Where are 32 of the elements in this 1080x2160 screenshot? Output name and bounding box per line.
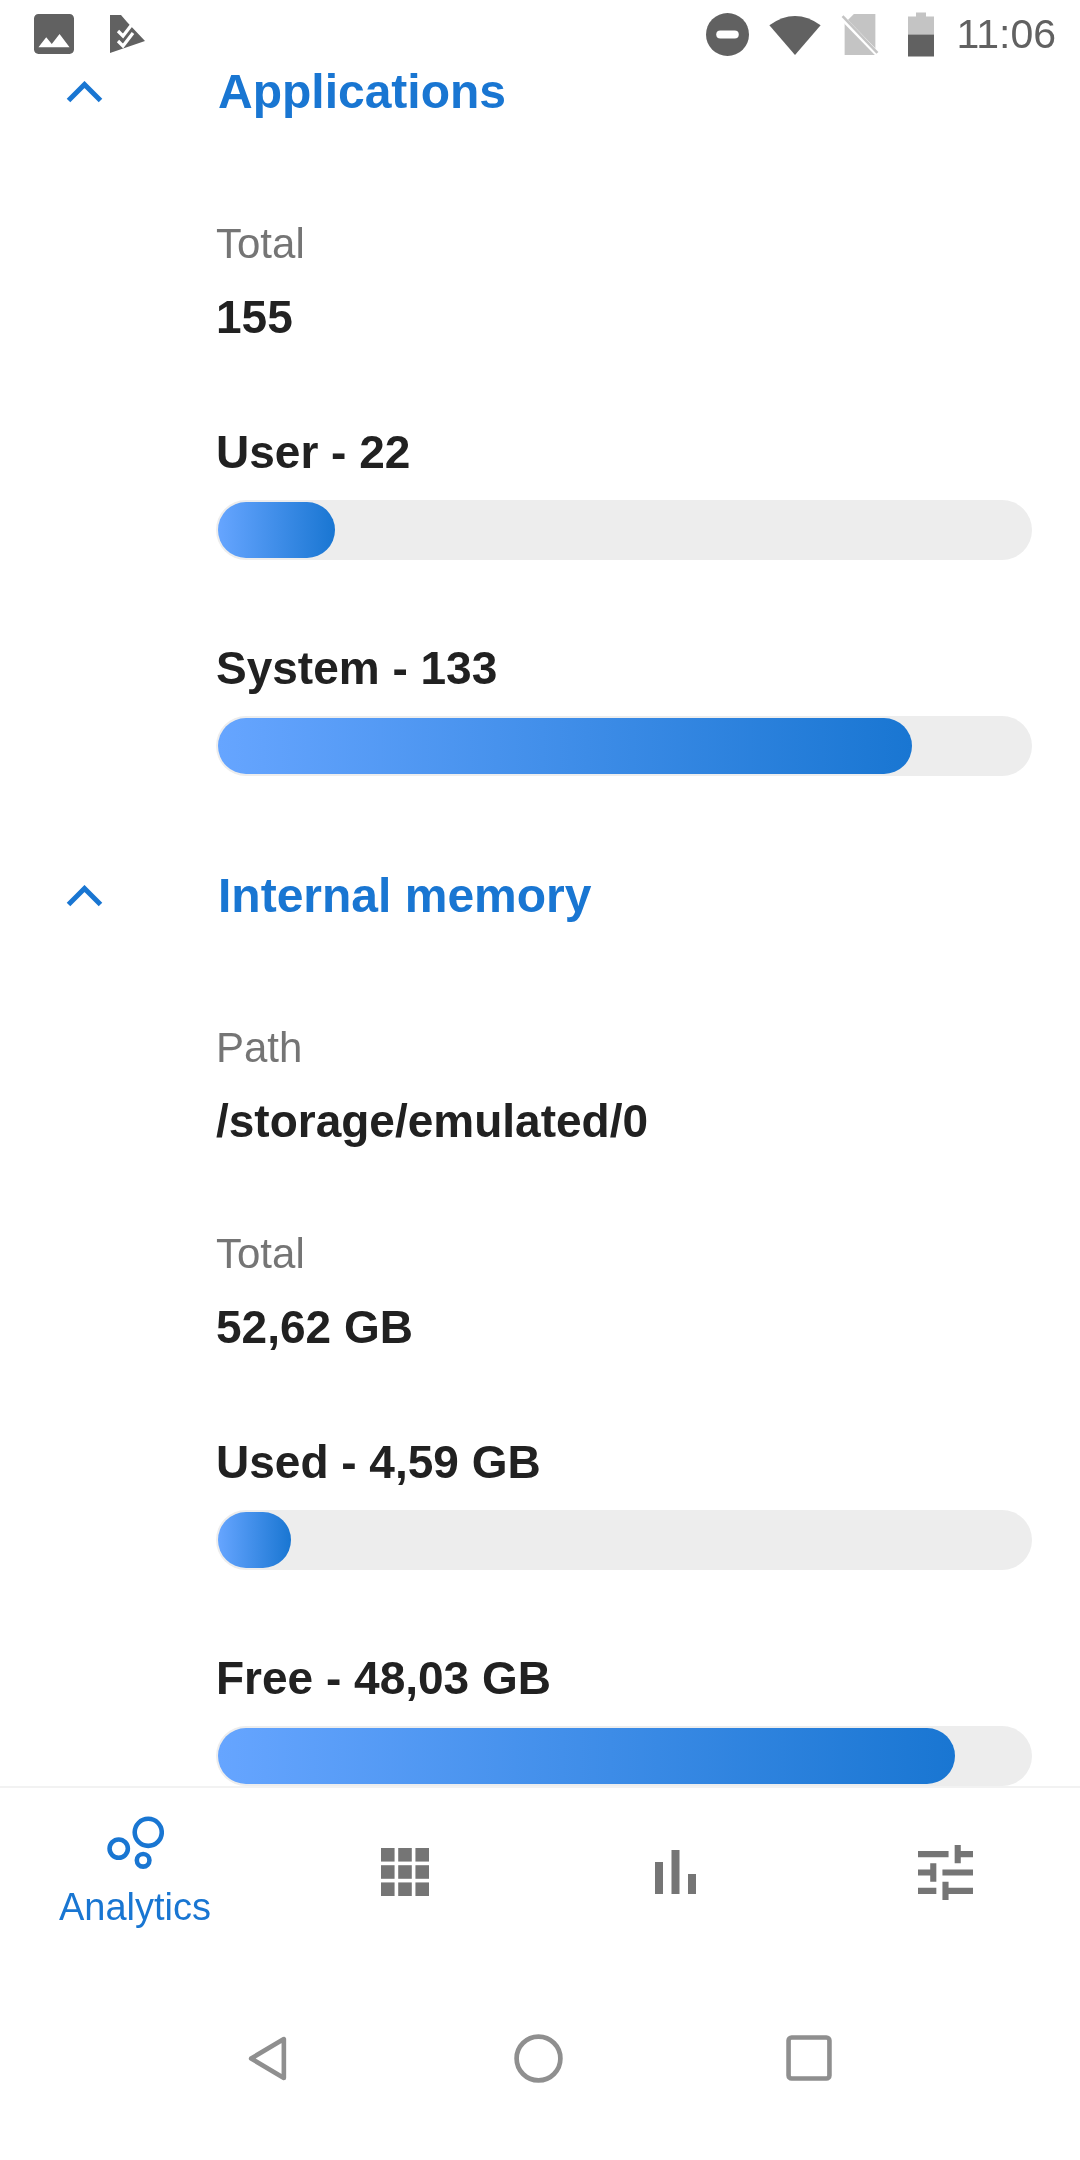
do-not-disturb-icon <box>706 12 750 56</box>
recents-icon[interactable] <box>786 2035 832 2081</box>
nav-tab[interactable] <box>381 1848 429 1896</box>
stat-value: /storage/emulated/0 <box>216 1094 649 1148</box>
chevron-up-icon[interactable] <box>66 81 103 103</box>
bar-label: System - 133 <box>216 641 498 695</box>
sliders-icon <box>917 1844 973 1900</box>
section-title[interactable]: Internal memory <box>218 872 592 920</box>
section-title[interactable]: Applications <box>218 68 507 116</box>
grid-icon <box>381 1848 429 1896</box>
stat-label: Total <box>216 219 305 269</box>
stat-value: 52,62 GB <box>216 1300 413 1354</box>
image-icon <box>34 14 74 54</box>
check-tag-icon <box>109 15 145 53</box>
no-sim-icon <box>841 13 880 55</box>
nav-tab[interactable] <box>917 1844 973 1900</box>
bar-chart-icon <box>653 1850 697 1894</box>
wifi-icon <box>769 13 822 55</box>
status-time: 11:06 <box>956 10 1056 58</box>
stat-label: Path <box>216 1023 303 1073</box>
chevron-up-icon[interactable] <box>66 885 103 907</box>
circles-icon <box>106 1815 164 1869</box>
nav-tab[interactable] <box>653 1850 697 1894</box>
back-icon[interactable] <box>248 2035 287 2081</box>
stat-value: 155 <box>216 290 293 344</box>
bar-label: User - 22 <box>216 425 411 479</box>
battery-icon <box>908 11 935 57</box>
bar-label: Free - 48,03 GB <box>216 1651 551 1705</box>
nav-tab[interactable]: Analytics <box>58 1815 212 1929</box>
home-icon[interactable] <box>514 2033 563 2083</box>
bar-label: Used - 4,59 GB <box>216 1435 541 1489</box>
stat-label: Total <box>216 1229 305 1279</box>
